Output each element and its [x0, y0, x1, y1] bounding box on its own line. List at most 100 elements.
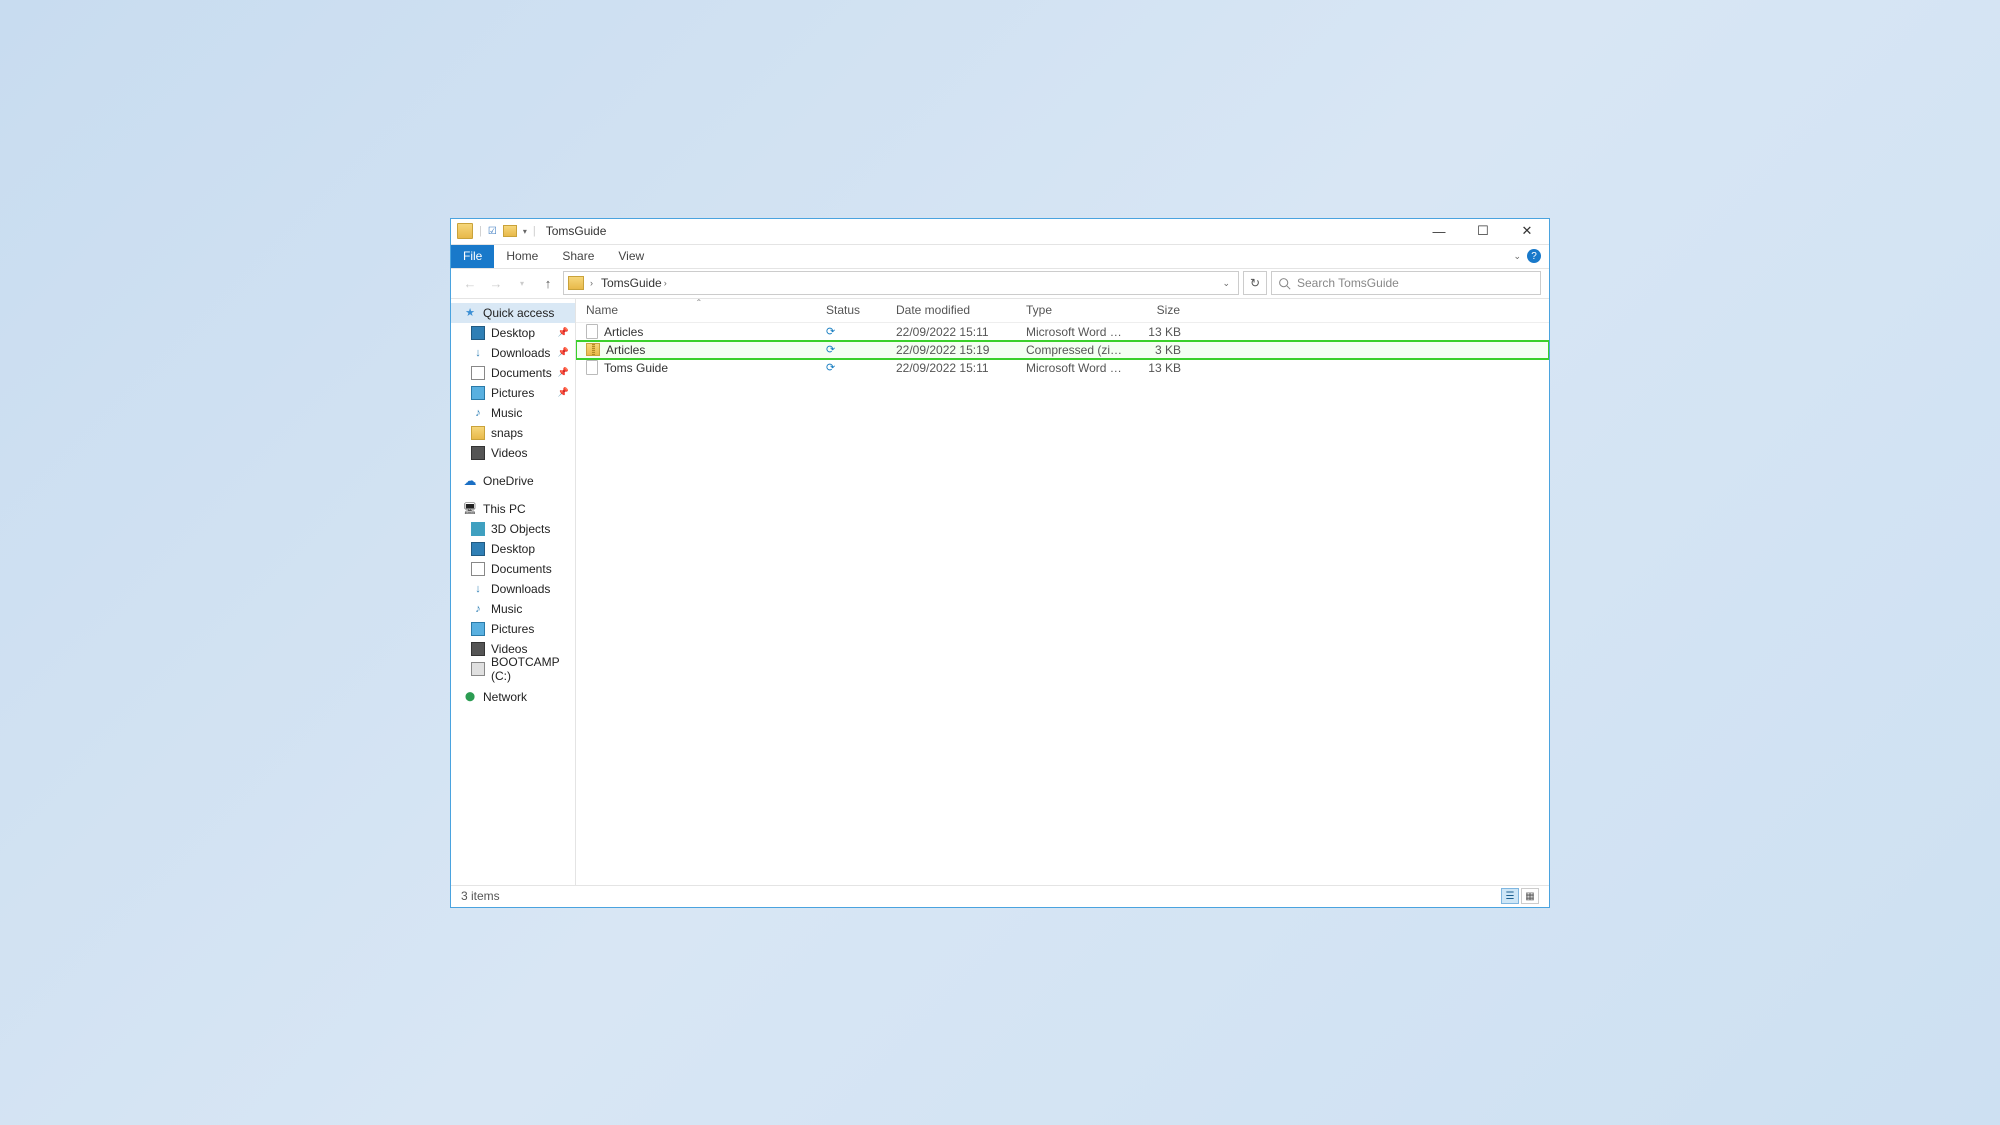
address-dropdown-icon[interactable]: ⌄: [1218, 278, 1234, 289]
tab-home[interactable]: Home: [494, 245, 550, 268]
sidebar-item[interactable]: Music: [451, 599, 575, 619]
sidebar-item[interactable]: 3D Objects: [451, 519, 575, 539]
help-icon[interactable]: ?: [1527, 249, 1541, 263]
vid-icon: [471, 642, 485, 656]
desktop-icon: [471, 542, 485, 556]
file-date: 22/09/2022 15:19: [886, 343, 1016, 357]
vid-icon: [471, 446, 485, 460]
dl-icon: [471, 346, 485, 360]
recent-dropdown-icon[interactable]: ▾: [511, 272, 533, 294]
doc-icon: [471, 366, 485, 380]
sidebar-item-network[interactable]: Network: [451, 687, 575, 707]
sidebar-item[interactable]: Pictures: [451, 619, 575, 639]
qat-properties-icon[interactable]: ☑: [488, 226, 497, 237]
sync-icon: ⟳: [826, 343, 835, 356]
sidebar-item[interactable]: snaps: [451, 423, 575, 443]
pic-icon: [471, 622, 485, 636]
pc-icon: [463, 502, 477, 516]
ribbon-expand-icon[interactable]: ⌄: [1513, 251, 1521, 262]
sidebar-item[interactable]: Downloads 📌: [451, 343, 575, 363]
titlebar: | ☑ ▾ | TomsGuide — ☐ ✕: [451, 219, 1549, 245]
sidebar-item-label: OneDrive: [483, 474, 534, 488]
file-name: Articles: [604, 325, 643, 339]
sidebar-item-onedrive[interactable]: OneDrive: [451, 471, 575, 491]
search-input[interactable]: Search TomsGuide: [1271, 271, 1541, 295]
column-header-date[interactable]: Date modified: [886, 299, 1016, 322]
column-header-size[interactable]: Size: [1126, 299, 1191, 322]
pin-icon: 📌: [558, 387, 569, 398]
back-button[interactable]: ←: [459, 272, 481, 294]
close-button[interactable]: ✕: [1505, 218, 1549, 244]
doc-file-icon: [586, 360, 598, 375]
qat-newfolder-icon[interactable]: [503, 225, 517, 237]
tab-share[interactable]: Share: [550, 245, 606, 268]
column-header-name[interactable]: Name ⌃: [576, 299, 816, 322]
sidebar-item[interactable]: Downloads: [451, 579, 575, 599]
up-button[interactable]: ↑: [537, 272, 559, 294]
doc-icon: [471, 562, 485, 576]
sidebar-item-label: Videos: [491, 642, 527, 656]
column-header-status[interactable]: Status: [816, 299, 886, 322]
pin-icon: 📌: [558, 347, 569, 358]
sidebar-item[interactable]: Desktop 📌: [451, 323, 575, 343]
sync-icon: ⟳: [826, 325, 835, 338]
breadcrumb-sep[interactable]: ›: [588, 278, 595, 288]
breadcrumb-label: TomsGuide: [601, 276, 662, 290]
separator: |: [533, 225, 536, 237]
maximize-button[interactable]: ☐: [1461, 218, 1505, 244]
sidebar-item[interactable]: Desktop: [451, 539, 575, 559]
sidebar-item-label: Network: [483, 690, 527, 704]
file-type: Compressed (zipped)...: [1016, 343, 1126, 357]
sidebar-item[interactable]: Documents 📌: [451, 363, 575, 383]
dl-icon: [471, 582, 485, 596]
sidebar-item-quick-access[interactable]: ★ Quick access: [451, 303, 575, 323]
file-row[interactable]: Articles ⟳ 22/09/2022 15:19 Compressed (…: [576, 341, 1549, 359]
navigation-pane: ★ Quick access Desktop 📌 Downloads 📌 Doc…: [451, 299, 576, 885]
search-icon: [1278, 277, 1291, 290]
music-icon: [471, 602, 485, 616]
view-large-icons-button[interactable]: ▦: [1521, 888, 1539, 904]
pin-icon: 📌: [558, 327, 569, 338]
sidebar-item[interactable]: Documents: [451, 559, 575, 579]
cloud-icon: [463, 474, 477, 488]
sort-indicator-icon: ⌃: [696, 298, 703, 307]
minimize-button[interactable]: —: [1417, 218, 1461, 244]
forward-button[interactable]: →: [485, 272, 507, 294]
star-icon: ★: [463, 306, 477, 320]
view-details-button[interactable]: ☰: [1501, 888, 1519, 904]
file-size: 13 KB: [1126, 325, 1191, 339]
drive-icon: [471, 662, 485, 676]
sidebar-item-label: Quick access: [483, 306, 554, 320]
tab-view[interactable]: View: [606, 245, 656, 268]
address-bar[interactable]: › TomsGuide › ⌄: [563, 271, 1239, 295]
zip-file-icon: [586, 343, 600, 356]
qat-dropdown-icon[interactable]: ▾: [523, 227, 527, 236]
desktop-icon: [471, 326, 485, 340]
sidebar-item-label: snaps: [491, 426, 523, 440]
file-type: Microsoft Word 97-2...: [1016, 325, 1126, 339]
folder-icon: [471, 426, 485, 440]
refresh-button[interactable]: ↻: [1243, 271, 1267, 295]
file-row[interactable]: Articles ⟳ 22/09/2022 15:11 Microsoft Wo…: [576, 323, 1549, 341]
sidebar-item[interactable]: Pictures 📌: [451, 383, 575, 403]
file-row[interactable]: Toms Guide ⟳ 22/09/2022 15:11 Microsoft …: [576, 359, 1549, 377]
pin-icon: 📌: [558, 367, 569, 378]
sidebar-item-label: Pictures: [491, 386, 534, 400]
sidebar-item-label: Downloads: [491, 346, 550, 360]
sidebar-item[interactable]: BOOTCAMP (C:): [451, 659, 575, 679]
doc-file-icon: [586, 324, 598, 339]
file-type: Microsoft Word 97-2...: [1016, 361, 1126, 375]
sidebar-item-label: Desktop: [491, 542, 535, 556]
window-title: TomsGuide: [546, 224, 607, 238]
navigation-bar: ← → ▾ ↑ › TomsGuide › ⌄ ↻ Search TomsGui…: [451, 269, 1549, 299]
file-list-area: Name ⌃ Status Date modified Type Size Ar…: [576, 299, 1549, 885]
tab-file[interactable]: File: [451, 245, 494, 268]
column-header-type[interactable]: Type: [1016, 299, 1126, 322]
sidebar-item-label: Documents: [491, 366, 552, 380]
sidebar-item[interactable]: Music: [451, 403, 575, 423]
sidebar-item[interactable]: Videos: [451, 443, 575, 463]
music-icon: [471, 406, 485, 420]
sidebar-item-this-pc[interactable]: This PC: [451, 499, 575, 519]
breadcrumb[interactable]: TomsGuide ›: [599, 276, 669, 290]
file-size: 3 KB: [1126, 343, 1191, 357]
